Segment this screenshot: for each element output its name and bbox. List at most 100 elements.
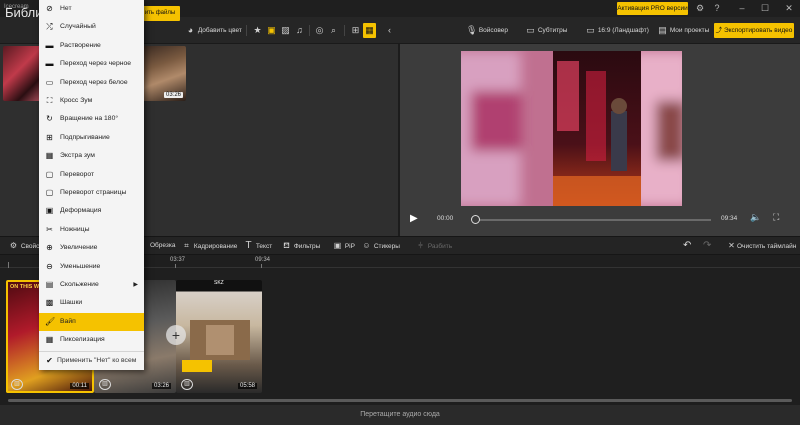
- stickers-button[interactable]: ☺ Стикеры: [361, 240, 400, 252]
- redo-icon[interactable]: ↷: [703, 240, 711, 252]
- split-label: Разбить: [427, 243, 453, 250]
- transition-menu-item[interactable]: ▬ Переход через черное: [39, 55, 144, 73]
- transition-menu-item-label: Деформация: [60, 207, 102, 215]
- video-filter-icon[interactable]: ▣: [265, 23, 278, 38]
- crop-button[interactable]: Обрезка: [150, 240, 175, 252]
- transition-menu-item[interactable]: ⊞ Подпрыгивание: [39, 129, 144, 147]
- film-icon[interactable]: ▥: [11, 379, 23, 390]
- transition-menu-item[interactable]: ⊕ Увеличение: [39, 239, 144, 257]
- wipe-icon: 🖌: [45, 316, 56, 326]
- toolbar-separator: [344, 25, 345, 36]
- video-preview[interactable]: [461, 51, 682, 206]
- film-icon[interactable]: ▥: [99, 379, 111, 390]
- music-filter-icon[interactable]: ♫: [293, 23, 306, 38]
- aspect-ratio-button[interactable]: ▭ 16:9 (Ландшафт): [585, 23, 649, 38]
- slide-icon: ▤: [45, 280, 54, 289]
- timeline-clip[interactable]: SKZ ▥ 05:58: [176, 280, 262, 393]
- pip-button[interactable]: ▣ PiP: [332, 240, 355, 252]
- filters-button[interactable]: ⛾ Фильтры: [281, 240, 320, 252]
- transition-menu-item[interactable]: ⊘ Нет: [39, 0, 144, 18]
- transition-menu-item-label: Пикселизация: [60, 336, 105, 344]
- none-icon: ⊘: [46, 4, 53, 13]
- rotate-icon: ↻: [46, 114, 53, 124]
- transition-menu-item[interactable]: ↻ Вращение на 180°: [39, 110, 144, 128]
- transition-menu-item-label: Кросс Зум: [60, 97, 93, 104]
- add-color-button[interactable]: ◕ Добавить цвет: [185, 23, 242, 38]
- library-item[interactable]: 03:26: [142, 46, 186, 101]
- seek-bar[interactable]: [474, 219, 711, 221]
- maximize-icon[interactable]: ☐: [758, 2, 772, 15]
- framing-button[interactable]: ⌗ Кадрирование: [181, 240, 237, 252]
- properties-button[interactable]: ⚙ Свойс: [8, 240, 39, 252]
- film-icon[interactable]: ▥: [181, 379, 193, 390]
- color-filter-icon[interactable]: ◎: [313, 23, 326, 38]
- microphone-icon: 🎙: [466, 25, 478, 35]
- play-icon[interactable]: ▶: [410, 212, 420, 226]
- export-icon: ⤴: [715, 27, 724, 34]
- transition-menu-item-label: Переворот страницы: [60, 189, 127, 196]
- seek-handle[interactable]: [471, 215, 480, 224]
- playhead-marker[interactable]: [8, 262, 9, 268]
- clip-duration: 05:58: [237, 383, 257, 389]
- undo-icon[interactable]: ↶: [683, 240, 691, 252]
- transition-menu-item[interactable]: ▤ Скольжение ▶: [39, 276, 144, 294]
- toolbar-separator: [246, 25, 247, 36]
- help-icon[interactable]: ?: [710, 2, 724, 15]
- framing-label: Кадрирование: [193, 243, 238, 250]
- clear-timeline-button[interactable]: ✕ Очистить таймлайн: [726, 240, 796, 252]
- clip-thumbnail: [182, 320, 250, 372]
- pip-icon: ▣: [333, 241, 342, 250]
- text-button[interactable]: T Текст: [243, 240, 272, 252]
- transition-menu-item[interactable]: ▩ Шашки: [39, 294, 144, 312]
- transition-menu-item[interactable]: ▦ Пикселизация: [39, 331, 144, 349]
- transition-menu-item[interactable]: ▬ Растворение: [39, 37, 144, 55]
- properties-label: Свойс: [20, 243, 40, 250]
- search-icon[interactable]: ⌕: [327, 23, 340, 38]
- export-video-button[interactable]: ⤴ Экспортировать видео: [714, 23, 794, 38]
- transition-menu-item-label: Переход через белое: [60, 78, 128, 86]
- filter-bucket-icon: ⛾: [283, 241, 290, 250]
- text-label: Текст: [255, 243, 273, 250]
- minimize-icon[interactable]: –: [735, 2, 749, 15]
- clear-timeline-label: Очистить таймлайн: [737, 243, 797, 250]
- my-projects-label: Мои проекты: [669, 27, 710, 34]
- list-view-icon[interactable]: ▦: [363, 23, 376, 38]
- close-icon[interactable]: ✕: [782, 2, 796, 15]
- transition-menu-item-label: Случайный: [60, 23, 96, 31]
- my-projects-button[interactable]: ▤ Мои проекты: [657, 23, 709, 38]
- transition-menu-item[interactable]: ▣ Деформация: [39, 202, 144, 220]
- add-transition-icon[interactable]: +: [166, 325, 186, 345]
- apply-to-all-item[interactable]: ✔ Применить "Нет" ко всем: [39, 352, 144, 370]
- fullscreen-icon[interactable]: ⛶: [773, 212, 779, 223]
- grid-view-icon[interactable]: ⊞: [349, 23, 362, 38]
- voiceover-button[interactable]: 🎙 Войсовер: [466, 23, 508, 38]
- transition-menu-item[interactable]: ⤮ Случайный: [39, 18, 144, 36]
- add-files-button[interactable]: ить файлы: [140, 6, 180, 21]
- text-icon: T: [245, 240, 252, 251]
- transition-menu-item[interactable]: 🖌 Вайп: [39, 312, 144, 332]
- transition-menu-item[interactable]: ▭ Переход через белое: [39, 74, 144, 92]
- ruler-label: 03:37: [170, 257, 186, 263]
- star-icon[interactable]: ★: [251, 23, 264, 38]
- transition-menu-item[interactable]: ▢ Переворот: [39, 166, 144, 184]
- sticker-icon: ☺: [362, 241, 371, 250]
- transition-menu-item-label: Шашки: [60, 299, 83, 307]
- transition-menu-item[interactable]: ▢ Переворот страницы: [39, 184, 144, 202]
- gear-icon[interactable]: ⚙: [693, 2, 707, 15]
- transition-menu-item[interactable]: ⊖ Уменьшение: [39, 258, 144, 276]
- split-button[interactable]: ⫩ Разбить: [415, 240, 452, 252]
- transition-menu-item[interactable]: ⛶ Кросс Зум: [39, 92, 144, 110]
- subtitles-button[interactable]: ▭ Субтитры: [525, 23, 567, 38]
- activate-pro-button[interactable]: Активация PRO версии: [617, 2, 688, 15]
- image-filter-icon[interactable]: ▨: [279, 23, 292, 38]
- audio-drop-zone[interactable]: Перетащите аудио сюда: [0, 405, 800, 425]
- transition-menu-item[interactable]: ✂ Ножницы: [39, 221, 144, 239]
- transition-menu-item[interactable]: ▦ Экстра зум: [39, 147, 144, 165]
- ruler-tick: [175, 264, 176, 268]
- projects-icon: ▤: [658, 25, 667, 35]
- collapse-chevron-icon[interactable]: ‹: [383, 23, 396, 38]
- transition-menu-item-label: Скольжение: [60, 281, 99, 288]
- transition-menu-item-label: Переворот: [60, 170, 95, 178]
- volume-icon[interactable]: 🔈: [750, 212, 761, 223]
- timeline-scrollbar[interactable]: [8, 399, 792, 402]
